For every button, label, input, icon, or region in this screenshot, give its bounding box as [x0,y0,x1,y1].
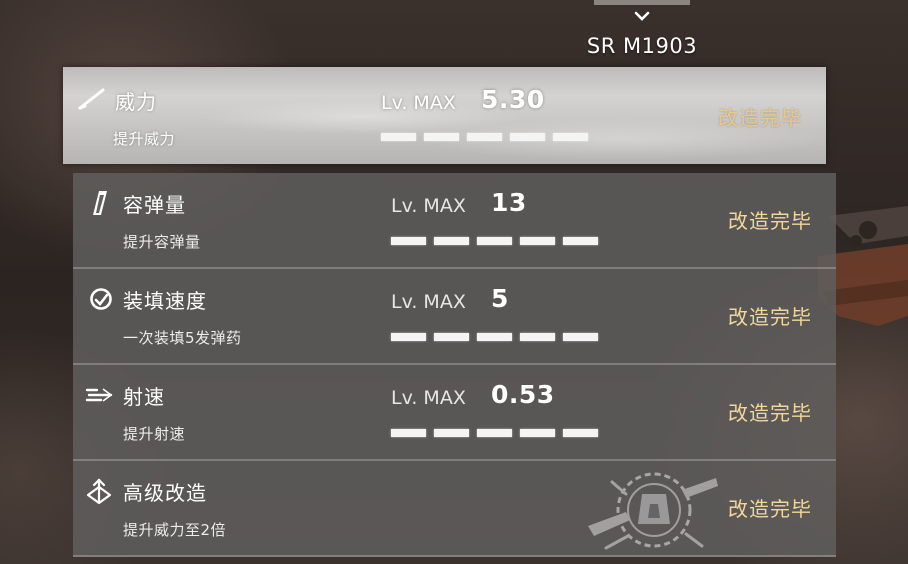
upgrade-subtitle: 提升射速 [123,425,186,443]
level-pips [391,333,598,341]
level-pip [553,133,588,141]
upgrade-row-capacity[interactable]: 容弹量 提升容弹量 Lv. MAX 13 改造完毕 [73,173,836,269]
rifle-barrel-icon [78,88,105,110]
upgrade-title: 威力 [115,90,157,114]
upgrade-subtitle: 一次装填5发弹药 [123,329,242,347]
level-pips [391,429,598,437]
level-pip [477,237,512,245]
level-pip [477,333,512,341]
level-pip [520,333,555,341]
row-background [73,365,836,461]
upgrade-row-reload[interactable]: 装填速度 一次装填5发弹药 Lv. MAX 5 改造完毕 [73,269,836,365]
upgrade-status: 改造完毕 [718,106,802,130]
upgrade-subtitle: 提升威力至2倍 [123,521,227,539]
level-label: Lv. MAX [391,291,466,313]
upgrade-subtitle: 提升容弹量 [123,233,201,251]
row-background [73,173,836,269]
upgrade-status: 改造完毕 [728,401,812,425]
level-pip [391,429,426,437]
level-label: Lv. MAX [381,92,456,114]
row-background [73,269,836,365]
stat-value: 5.30 [481,85,545,114]
upgrade-row-fire-rate[interactable]: 射速 提升射速 Lv. MAX 0.53 改造完毕 [73,365,836,461]
level-pip [381,133,416,141]
level-pip [510,133,545,141]
level-pips [391,237,598,245]
level-label: Lv. MAX [391,387,466,409]
level-pips [381,133,588,141]
weapon-name: SR M1903 [586,34,698,58]
level-pip [424,133,459,141]
upgrade-row-power[interactable]: 威力 提升威力 Lv. MAX 5.30 改造完毕 [63,67,826,164]
upgrade-status: 改造完毕 [728,305,812,329]
level-pip [520,429,555,437]
top-tab-indicator[interactable] [594,0,690,5]
advanced-upgrade-icon [86,478,112,505]
magazine-icon [93,191,107,215]
reload-icon [90,288,112,310]
level-pip [563,333,598,341]
upgrade-title: 高级改造 [123,481,207,505]
upgrade-screen: SR M1903 威力 提升威力 Lv. MAX 5.30 改造完毕 容弹量 提… [0,0,908,564]
upgrade-title: 容弹量 [123,193,186,217]
stat-value: 5 [491,284,509,313]
chevron-down-icon[interactable] [633,10,651,24]
level-pip [563,429,598,437]
upgrade-title: 射速 [123,385,165,409]
level-pip [434,333,469,341]
upgrade-status: 改造完毕 [728,497,812,521]
level-pip [477,429,512,437]
level-pip [391,237,426,245]
level-pip [434,429,469,437]
unit-emblem-icon [588,472,718,550]
stat-value: 13 [491,188,527,217]
stat-value: 0.53 [491,380,555,409]
upgrade-status: 改造完毕 [728,209,812,233]
row-background [63,67,826,164]
upgrade-title: 装填速度 [123,289,207,313]
level-pip [563,237,598,245]
level-pip [434,237,469,245]
fire-rate-icon [85,388,113,402]
level-pip [520,237,555,245]
level-pip [391,333,426,341]
level-label: Lv. MAX [391,195,466,217]
upgrade-subtitle: 提升威力 [113,130,176,148]
level-pip [467,133,502,141]
